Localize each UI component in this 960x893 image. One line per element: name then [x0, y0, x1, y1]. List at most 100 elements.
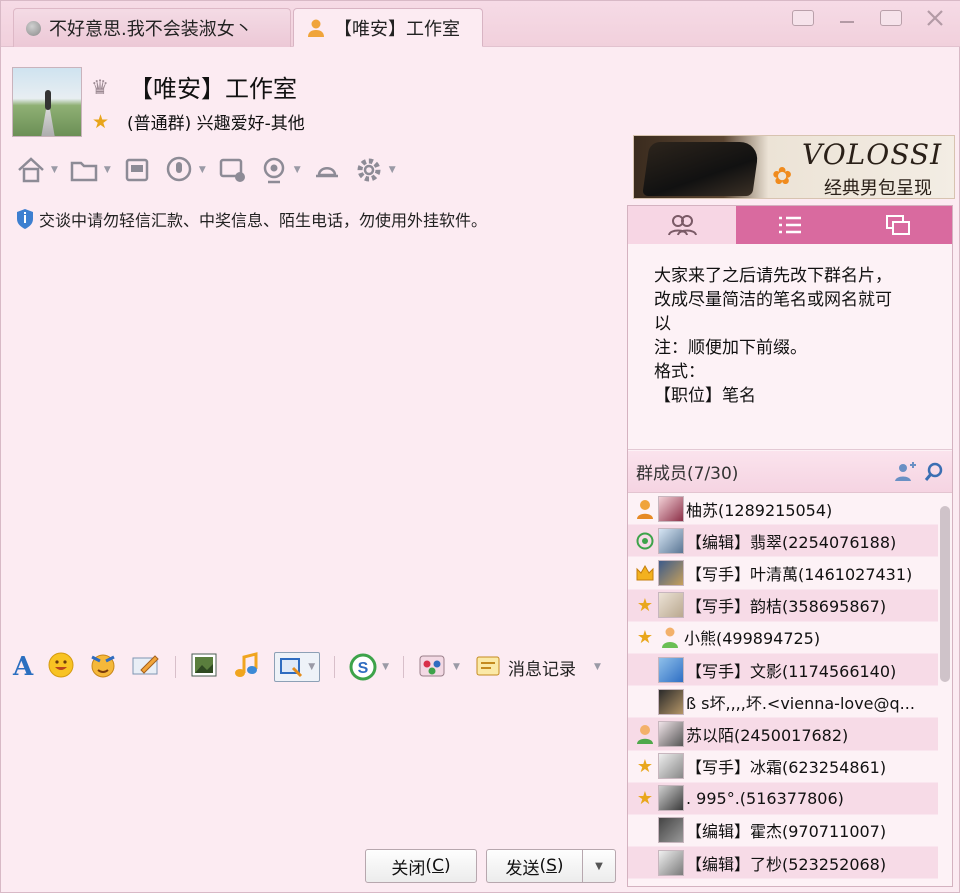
group-title: 【唯安】工作室: [129, 75, 297, 103]
list-item[interactable]: 【编辑】翡翠(2254076188): [628, 525, 938, 558]
member-list-scrollbar[interactable]: [940, 506, 950, 884]
send-button[interactable]: 发送(S): [486, 849, 582, 883]
list-item[interactable]: 【编辑】霍杰(970711007): [628, 815, 938, 848]
minimize-icon: [840, 21, 854, 23]
member-name: 【写手】韵桔(358695867): [686, 597, 887, 617]
members-header: 群成员(7/30): [628, 451, 952, 493]
chat-window: 不好意思.我不会装淑女丶 【唯安】工作室 ♛ 【唯安】工作室 ★ (普通群) 兴…: [0, 0, 960, 893]
member-name: . 995°.(516377806): [686, 788, 844, 808]
post-button[interactable]: [216, 154, 248, 186]
list-item[interactable]: ★ 【写手】冰霜(623254861): [628, 751, 938, 783]
tab-label: 【唯安】工作室: [334, 18, 460, 40]
avatar: [658, 495, 684, 522]
send-image-button[interactable]: [190, 652, 218, 682]
chevron-down-icon: ▼: [198, 165, 206, 175]
member-name: 柚苏(1289215054): [686, 500, 833, 520]
person-icon: [632, 724, 658, 744]
tab-private-chat[interactable]: 不好意思.我不会装淑女丶: [13, 8, 291, 47]
font-icon[interactable]: A: [13, 652, 33, 682]
voice-icon: [166, 156, 192, 182]
list-item[interactable]: 【编辑】了杪(523252068): [628, 847, 938, 880]
settings-button[interactable]: ▼: [353, 154, 396, 186]
avatar: [658, 656, 684, 683]
star-icon: ★: [636, 594, 654, 616]
home-button[interactable]: ▼: [15, 154, 58, 186]
input-toolbar: A ▼ S ▼ ▼ 消息记录 ▼: [13, 649, 601, 685]
separator: [403, 656, 405, 678]
tab-group-chat[interactable]: 【唯安】工作室: [293, 8, 483, 47]
close-icon: [927, 10, 943, 26]
member-name: 【编辑】霍杰(970711007): [686, 822, 887, 842]
message-history[interactable]: [9, 237, 621, 641]
close-label: 关闭: [391, 858, 426, 879]
windows-icon: [886, 215, 910, 235]
send-options-button[interactable]: ▼: [582, 849, 616, 883]
group-subtitle: (普通群) 兴趣爱好-其他: [127, 114, 305, 134]
window-controls: [783, 5, 955, 31]
magic-face-icon: [91, 654, 115, 678]
group-avatar[interactable]: [12, 67, 82, 137]
hat-icon: [315, 167, 338, 178]
video-button[interactable]: ▼: [258, 154, 301, 186]
list-item[interactable]: 【写手】叶清萬(1461027431): [628, 557, 938, 590]
maximize-icon: [880, 10, 902, 26]
share-files-button[interactable]: ▼: [68, 154, 111, 186]
screenshot-icon: [280, 658, 303, 678]
game-button[interactable]: [311, 154, 343, 186]
chat-bubble-icon: [632, 532, 658, 550]
voice-chat-button[interactable]: ▼: [163, 154, 206, 186]
tab-list[interactable]: [736, 206, 844, 244]
member-name: 【写手】冰霜(623254861): [686, 758, 887, 778]
star-icon: ★: [636, 755, 654, 777]
music-button[interactable]: [232, 651, 260, 683]
pencil-icon: [132, 655, 159, 675]
ad-brand: VOLOSSI: [802, 138, 943, 171]
add-member-icon[interactable]: [894, 462, 916, 482]
emoji-button[interactable]: [47, 651, 75, 683]
maximize-button[interactable]: [871, 5, 911, 31]
list-item[interactable]: ★ 小熊(499894725): [628, 622, 938, 654]
member-name: 苏以陌(2450017682): [686, 725, 849, 745]
soso-icon: S: [349, 653, 377, 681]
close-button[interactable]: 关闭(C): [365, 849, 477, 883]
tab-members[interactable]: [628, 206, 736, 244]
post-icon: [219, 158, 245, 182]
scrollbar-thumb[interactable]: [940, 506, 950, 682]
album-button[interactable]: [121, 154, 153, 186]
dropdown-menu-button[interactable]: [783, 5, 823, 31]
album-icon: [125, 158, 149, 182]
notice-text: 交谈中请勿轻信汇款、中奖信息、陌生电话，勿使用外挂软件。: [39, 211, 488, 230]
magic-emoji-button[interactable]: [89, 651, 117, 683]
separator: [175, 656, 177, 678]
members-count: 群成员(7/30): [636, 464, 739, 484]
list-item[interactable]: 柚苏(1289215054): [628, 493, 938, 526]
member-list: 柚苏(1289215054) 【编辑】翡翠(2254076188) 【写手】叶清…: [628, 493, 938, 886]
screen-capture-button[interactable]: ▼: [274, 652, 321, 682]
chevron-down-icon: ▼: [293, 165, 301, 175]
list-item[interactable]: 苏以陌(2450017682): [628, 718, 938, 751]
chevron-down-icon: ▼: [593, 662, 601, 672]
soso-button[interactable]: S ▼: [349, 653, 389, 681]
tab-windows[interactable]: [844, 206, 952, 244]
scribble-button[interactable]: [131, 652, 161, 682]
chevron-down-icon: ▼: [453, 662, 460, 672]
chevron-down-icon[interactable]: ▼: [308, 662, 315, 672]
person-icon: [662, 627, 678, 649]
avatar: [658, 849, 684, 876]
minimize-button[interactable]: [827, 5, 867, 31]
list-item[interactable]: 【写手】文影(1174566140): [628, 653, 938, 687]
close-window-button[interactable]: [915, 5, 955, 31]
send-accel: S: [546, 856, 557, 876]
separator: [334, 656, 336, 678]
list-item[interactable]: ★ . 995°.(516377806): [628, 782, 938, 815]
tab-strip: 不好意思.我不会装淑女丶 【唯安】工作室: [1, 1, 960, 47]
search-icon[interactable]: [924, 462, 944, 482]
member-name: 【写手】叶清萬(1461027431): [686, 564, 913, 584]
ad-banner[interactable]: ✿ VOLOSSI 经典男包呈现: [633, 135, 955, 199]
apps-button[interactable]: ▼: [418, 654, 460, 680]
message-input[interactable]: [9, 689, 621, 841]
message-history-button[interactable]: 消息记录 ▼: [474, 654, 601, 680]
group-announcement: 大家来了之后请先改下群名片， 改成尽量简洁的笔名或网名就可 以 注：顺便加下前缀…: [628, 244, 952, 450]
list-item[interactable]: ß s坏,,,,坏.<vienna-love@q...: [628, 686, 938, 719]
list-item[interactable]: ★ 【写手】韵桔(358695867): [628, 589, 938, 622]
